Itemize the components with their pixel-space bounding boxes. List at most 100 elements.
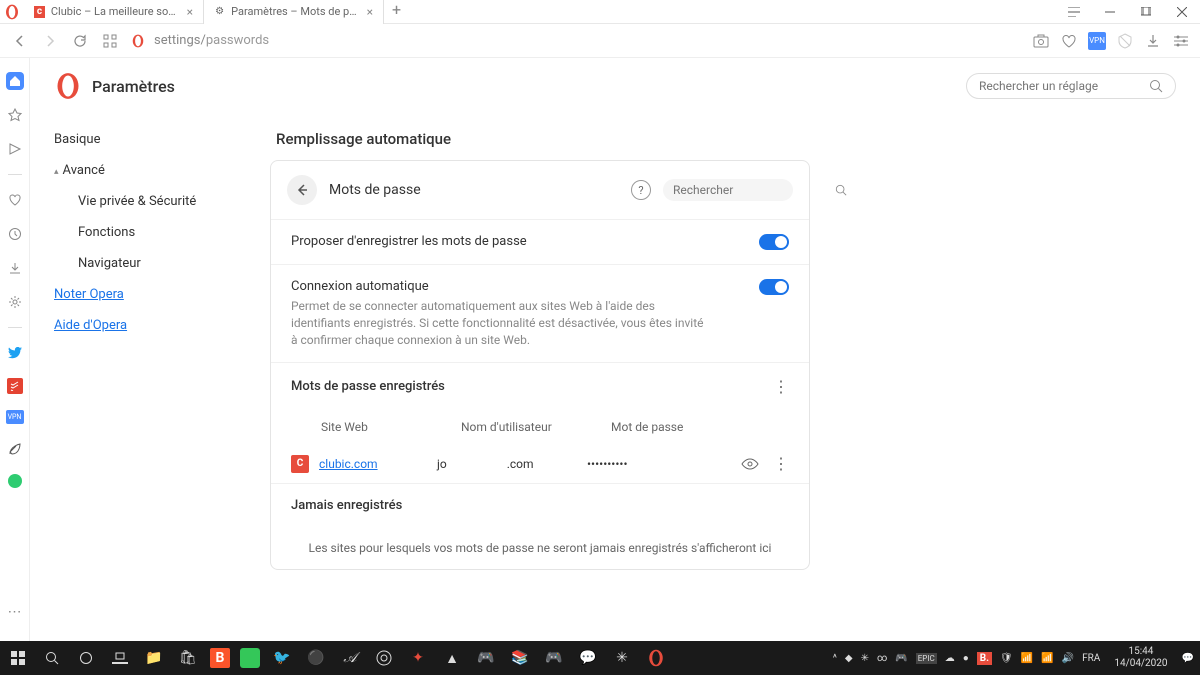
settings-search[interactable]: [966, 73, 1176, 99]
app-icon-7[interactable]: 🎮: [474, 646, 498, 670]
tray-icon[interactable]: ✳: [861, 653, 869, 664]
cortana-icon[interactable]: [74, 646, 98, 670]
downloads-sidebar-icon[interactable]: [6, 259, 24, 277]
brave-icon[interactable]: B: [210, 648, 230, 668]
app-icon-3[interactable]: 𝒜: [338, 646, 362, 670]
sidebar-browser[interactable]: Navigateur: [54, 248, 250, 279]
tray-cloud-icon[interactable]: ☁: [945, 653, 955, 664]
minimize-button[interactable]: [1092, 0, 1128, 24]
volume-icon[interactable]: 🔊: [1062, 653, 1074, 664]
app-icon-4[interactable]: [372, 646, 396, 670]
password-search[interactable]: [663, 179, 793, 201]
tray-icon[interactable]: 📶: [1021, 653, 1033, 664]
speed-dial-icon[interactable]: [100, 31, 120, 51]
heart-icon[interactable]: [1060, 32, 1078, 50]
tray-icon[interactable]: B.: [977, 652, 992, 665]
notifications-icon[interactable]: 💬: [1182, 653, 1194, 664]
opera-taskbar-icon[interactable]: [644, 646, 668, 670]
snapshot-icon[interactable]: [1032, 32, 1050, 50]
app-icon-2[interactable]: ⚫: [304, 646, 328, 670]
tray-icon[interactable]: 🎮: [895, 653, 907, 664]
close-icon[interactable]: ×: [367, 5, 373, 19]
tray-icon[interactable]: ∞: [877, 653, 887, 664]
sidebar-help-opera[interactable]: Aide d'Opera: [30, 310, 250, 341]
messenger-icon[interactable]: [8, 474, 22, 488]
close-icon[interactable]: ×: [187, 5, 193, 19]
password-search-input[interactable]: [673, 183, 829, 197]
back-button[interactable]: [10, 31, 30, 51]
maximize-button[interactable]: [1128, 0, 1164, 24]
tray-chevron-icon[interactable]: ^: [833, 653, 837, 664]
store-icon[interactable]: 🛍: [176, 646, 200, 670]
wifi-icon[interactable]: 📶: [1041, 653, 1053, 664]
page-title: Paramètres: [92, 77, 175, 96]
language-indicator[interactable]: FRA: [1082, 653, 1100, 664]
app-icon-6[interactable]: ▲: [440, 646, 464, 670]
vpn-sidebar-icon[interactable]: VPN: [6, 410, 24, 424]
extensions-icon[interactable]: [6, 293, 24, 311]
opera-logo: [0, 0, 24, 24]
tab-settings[interactable]: ⚙ Paramètres – Mots de pass ×: [204, 0, 384, 24]
more-sidebar-icon[interactable]: ⋯: [6, 603, 24, 621]
site-link[interactable]: clubic.com: [319, 457, 378, 471]
easy-setup-icon[interactable]: [1172, 32, 1190, 50]
sidebar-basic[interactable]: Basique: [30, 124, 250, 155]
history-icon[interactable]: [6, 225, 24, 243]
steam-icon[interactable]: 🎮: [542, 646, 566, 670]
saved-more-icon[interactable]: ⋮: [773, 377, 789, 396]
leaf-icon[interactable]: [6, 440, 24, 458]
discord-icon[interactable]: 💬: [576, 646, 600, 670]
twitter-icon[interactable]: [6, 344, 24, 362]
search-taskbar-icon[interactable]: [40, 646, 64, 670]
heart-sidebar-icon[interactable]: [6, 191, 24, 209]
card-title: Mots de passe: [329, 182, 619, 198]
slack-icon[interactable]: ✳: [610, 646, 634, 670]
app-icon-1[interactable]: 🐦: [270, 646, 294, 670]
add-tab-button[interactable]: +: [384, 0, 409, 24]
bookmarks-icon[interactable]: [6, 106, 24, 124]
task-view-icon[interactable]: [108, 646, 132, 670]
eye-icon[interactable]: [741, 458, 759, 470]
adblock-icon[interactable]: [1116, 32, 1134, 50]
tab-clubic[interactable]: c Clubic – La meilleure source ×: [24, 0, 204, 24]
section-title: Remplissage automatique: [276, 130, 1180, 148]
entry-more-icon[interactable]: ⋮: [773, 454, 789, 473]
password-row[interactable]: C clubic.com jo.com •••••••••• ⋮: [271, 444, 809, 483]
col-user: Nom d'utilisateur: [461, 420, 611, 434]
clock-time: 15:44: [1114, 646, 1167, 658]
tab-menu-icon[interactable]: [1056, 0, 1092, 24]
close-button[interactable]: [1164, 0, 1200, 24]
app-icon-8[interactable]: 📚: [508, 646, 532, 670]
start-button[interactable]: [6, 646, 30, 670]
home-icon[interactable]: [6, 72, 24, 90]
help-icon[interactable]: ?: [631, 180, 651, 200]
clubic-favicon: c: [34, 6, 45, 18]
address-field[interactable]: settings/passwords: [130, 33, 1022, 49]
download-icon[interactable]: [1144, 32, 1162, 50]
offer-save-toggle[interactable]: [759, 234, 789, 250]
auto-signin-toggle[interactable]: [759, 279, 789, 295]
auto-signin-label: Connexion automatique: [291, 279, 759, 294]
vivaldi-icon[interactable]: [240, 648, 260, 668]
tray-icon[interactable]: 🛡: [1000, 653, 1013, 664]
tray-icon[interactable]: ●: [963, 653, 969, 664]
tray-icon[interactable]: EPIC: [916, 653, 937, 664]
opera-header-icon: [54, 72, 82, 100]
sidebar-rate-opera[interactable]: Noter Opera: [30, 279, 250, 310]
settings-search-input[interactable]: [979, 79, 1141, 93]
search-icon: [835, 184, 847, 196]
sidebar-features[interactable]: Fonctions: [54, 217, 250, 248]
tray-icon[interactable]: ◆: [845, 653, 853, 664]
reload-button[interactable]: [70, 31, 90, 51]
explorer-icon[interactable]: 📁: [142, 646, 166, 670]
back-card-button[interactable]: [287, 175, 317, 205]
app-icon-5[interactable]: ✦: [406, 646, 430, 670]
col-site: Site Web: [321, 420, 461, 434]
sidebar-privacy[interactable]: Vie privée & Sécurité: [54, 186, 250, 217]
personal-news-icon[interactable]: [6, 140, 24, 158]
clock[interactable]: 15:44 14/04/2020: [1108, 646, 1173, 670]
sidebar-advanced[interactable]: Avancé: [30, 155, 250, 186]
todoist-icon[interactable]: [7, 378, 23, 394]
vpn-badge-icon[interactable]: VPN: [1088, 32, 1106, 50]
forward-button[interactable]: [40, 31, 60, 51]
